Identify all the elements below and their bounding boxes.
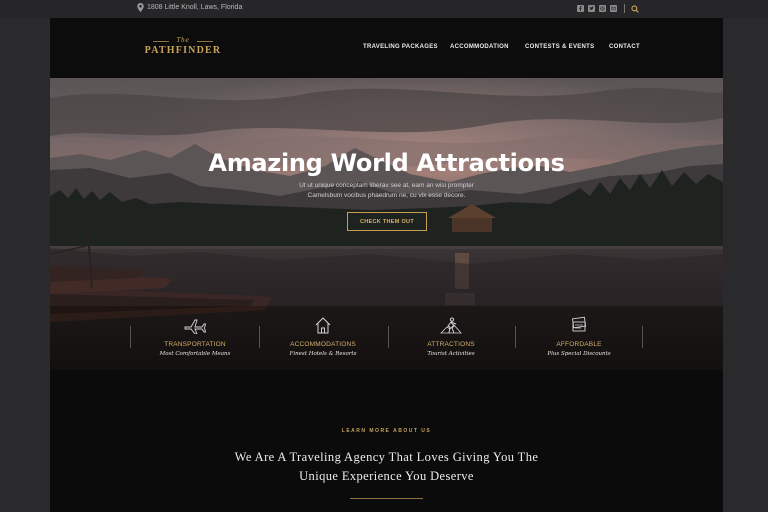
hero-subtitle-line2: Camelsbum vocibus phaedrum ne, cu vix es… [307, 192, 466, 199]
about-divider [350, 498, 423, 499]
site-logo[interactable]: The PATHFINDER [143, 37, 223, 56]
twitter-icon[interactable] [588, 5, 595, 12]
feature-subtitle: Tourist Activities [427, 351, 475, 357]
feature-accommodations[interactable]: ACCOMMODATIONS Finest Hotels & Resorts [259, 306, 387, 370]
nav-traveling-packages[interactable]: TRAVELING PACKAGES [363, 44, 438, 50]
airplane-icon [184, 319, 207, 334]
hero-section: Amazing World Attractions Ut ut unique c… [50, 78, 723, 370]
nav-contests-events[interactable]: CONTESTS & EVENTS [525, 44, 594, 50]
feature-attractions[interactable]: ATTRACTIONS Tourist Activities [387, 306, 515, 370]
feature-title: ACCOMMODATIONS [290, 341, 356, 348]
hero-title: Amazing World Attractions [208, 149, 565, 177]
feature-title: ATTRACTIONS [427, 341, 475, 348]
feature-transportation[interactable]: TRANSPORTATION Most Comfortable Means [131, 306, 259, 370]
discount-coupon-icon [571, 316, 587, 332]
feature-affordable[interactable]: AFFORDABLE Plus Special Discounts [515, 306, 643, 370]
logo-rule-left [153, 41, 169, 42]
about-heading-line1: We Are A Traveling Agency That Loves Giv… [234, 450, 539, 464]
divider [624, 4, 625, 13]
feature-divider [130, 326, 131, 348]
search-icon[interactable] [631, 4, 639, 13]
address: 1808 Little Knoll, Laws, Florida [137, 3, 242, 12]
nav-accommodation[interactable]: ACCOMMODATION [450, 44, 509, 50]
site-header: The PATHFINDER TRAVELING PACKAGES ACCOMM… [50, 18, 723, 78]
feature-subtitle: Finest Hotels & Resorts [289, 351, 357, 357]
feature-title: TRANSPORTATION [164, 341, 226, 348]
feature-divider [642, 326, 643, 348]
feature-subtitle: Most Comfortable Means [159, 351, 231, 357]
location-pin-icon [137, 3, 144, 12]
page-container: The PATHFINDER TRAVELING PACKAGES ACCOMM… [50, 18, 723, 512]
social-links [577, 4, 639, 13]
feature-subtitle: Plus Special Discounts [547, 351, 611, 357]
hiker-icon [440, 317, 462, 334]
top-bar: 1808 Little Knoll, Laws, Florida [0, 0, 768, 18]
logo-name: PATHFINDER [144, 45, 222, 56]
check-them-out-button[interactable]: CHECK THEM OUT [347, 212, 427, 231]
features-bar: TRANSPORTATION Most Comfortable Means AC… [50, 306, 723, 370]
about-kicker: LEARN MORE ABOUT US [341, 428, 432, 434]
nav-contact[interactable]: CONTACT [609, 44, 640, 50]
feature-title: AFFORDABLE [556, 341, 602, 348]
logo-rule-right [197, 41, 213, 42]
address-text: 1808 Little Knoll, Laws, Florida [147, 4, 243, 11]
email-icon[interactable] [610, 5, 617, 12]
about-heading-line2: Unique Experience You Deserve [299, 469, 474, 483]
instagram-icon[interactable] [599, 5, 606, 12]
house-icon [315, 317, 331, 334]
hero-subtitle-line1: Ut ut unique conceptam liberav see at, e… [299, 182, 474, 189]
facebook-icon[interactable] [577, 5, 584, 12]
